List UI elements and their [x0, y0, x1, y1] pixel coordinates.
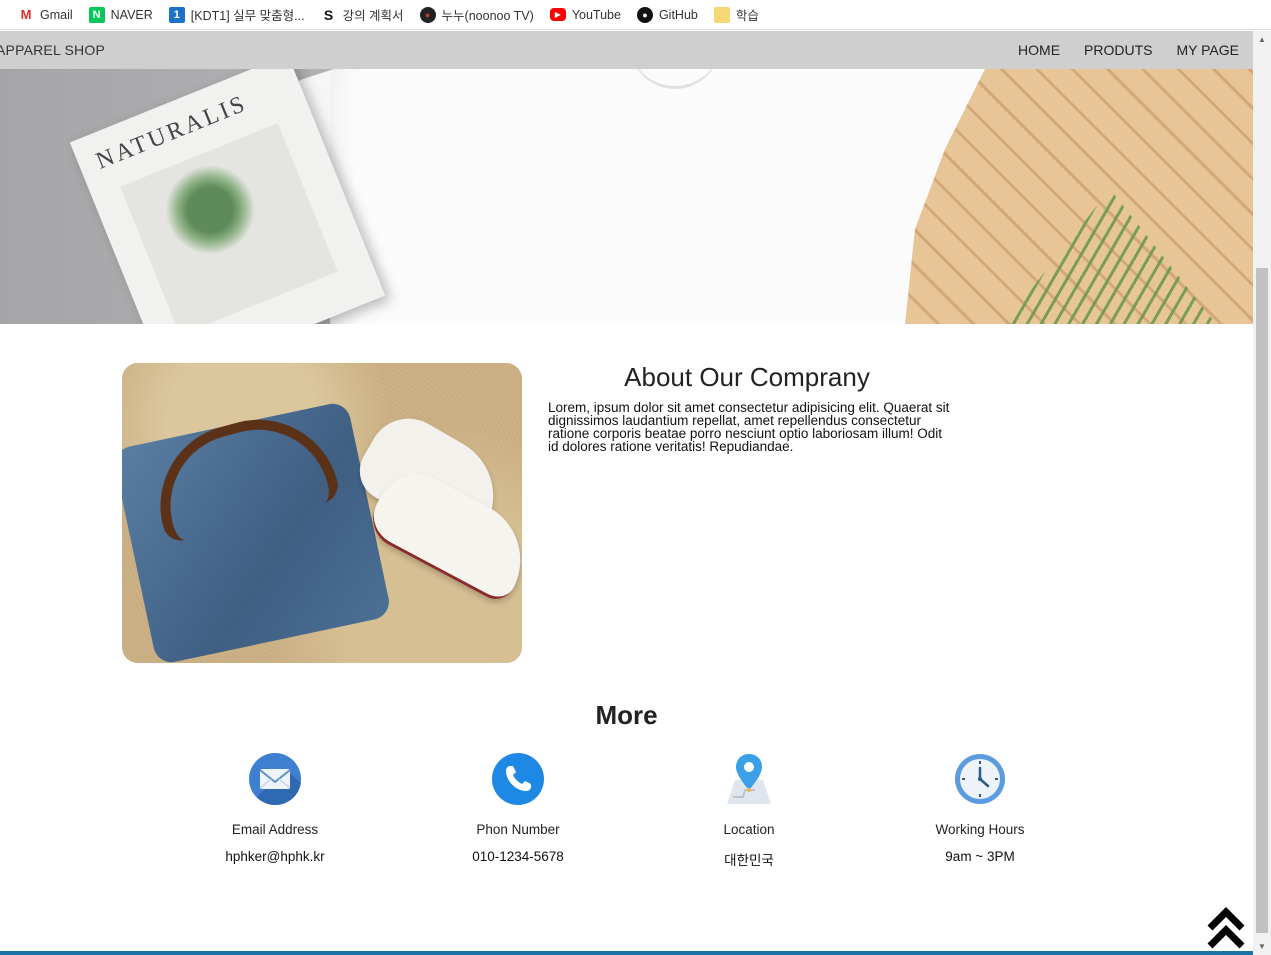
bookmark-syllabus[interactable]: S 강의 계획서 — [313, 3, 412, 27]
bookmark-noonoo[interactable]: ● 누누(noonoo TV) — [412, 3, 542, 27]
location-icon — [722, 752, 776, 806]
hero-banner-image: NATURALIS — [0, 69, 1253, 324]
github-icon: ● — [636, 6, 653, 23]
naver-icon: N — [88, 6, 105, 23]
contact-card-hours: Working Hours 9am ~ 3PM — [880, 752, 1080, 864]
bookmark-label: Gmail — [40, 7, 73, 22]
nav-links: HOME PRODUTS MY PAGE — [1006, 31, 1253, 69]
contact-label: Working Hours — [935, 822, 1025, 837]
about-photo — [122, 363, 522, 663]
contact-label: Location — [723, 822, 775, 837]
contact-card-phone: Phon Number 010-1234-5678 — [418, 752, 618, 864]
site-navbar: APPAREL SHOP HOME PRODUTS MY PAGE — [0, 31, 1253, 69]
bookmark-gmail[interactable]: M Gmail — [10, 3, 81, 27]
bookmark-label: YouTube — [571, 7, 621, 22]
contact-card-location: Location 대한민국 — [649, 752, 849, 869]
bookmark-folder-study[interactable]: 학습 — [706, 3, 767, 27]
back-to-top-button[interactable] — [1206, 902, 1246, 950]
bookmarks-bar: M Gmail N NAVER 1 [KDT1] 실무 맞춤형... S 강의 … — [0, 0, 1271, 30]
brand-logo[interactable]: APPAREL SHOP — [0, 42, 105, 58]
email-icon — [248, 752, 302, 806]
phone-icon — [491, 752, 545, 806]
nav-home-link[interactable]: HOME — [1006, 31, 1072, 69]
folder-icon — [713, 6, 730, 23]
bookmark-github[interactable]: ● GitHub — [629, 3, 706, 27]
clock-icon — [953, 752, 1007, 806]
bookmark-label: [KDT1] 실무 맞춤형... — [190, 9, 305, 23]
youtube-icon: ▶ — [549, 8, 566, 21]
bookmark-label: 누누(noonoo TV) — [441, 9, 534, 23]
scrollbar-thumb[interactable] — [1256, 268, 1268, 933]
s-icon: S — [323, 6, 334, 23]
about-title: About Our Comprany — [624, 362, 870, 392]
contact-value: 대한민국 — [724, 853, 774, 868]
scroll-down-arrow-icon[interactable]: ▼ — [1253, 938, 1271, 955]
about-description: Lorem, ipsum dolor sit amet consectetur … — [548, 400, 950, 454]
bookmark-label: GitHub — [658, 7, 698, 22]
contact-value: 9am ~ 3PM — [945, 849, 1015, 864]
bookmark-label: NAVER — [110, 7, 153, 22]
bookmark-youtube[interactable]: ▶ YouTube — [542, 3, 629, 27]
contact-label: Phon Number — [476, 822, 560, 837]
contact-label: Email Address — [231, 822, 319, 837]
bookmark-label: 학습 — [735, 9, 759, 23]
contact-value: hphker@hphk.kr — [225, 849, 325, 864]
page-scrollbar[interactable]: ▲ ▼ — [1253, 31, 1271, 955]
bottom-border — [0, 951, 1253, 955]
contact-value: 010-1234-5678 — [472, 849, 564, 864]
nav-mypage-link[interactable]: MY PAGE — [1164, 31, 1251, 69]
gmail-icon: M — [20, 7, 32, 22]
noonoo-icon: ● — [419, 6, 436, 23]
bookmark-kdt[interactable]: 1 [KDT1] 실무 맞춤형... — [161, 3, 313, 27]
kdt-icon: 1 — [168, 6, 185, 23]
scroll-up-arrow-icon[interactable]: ▲ — [1253, 31, 1271, 48]
contact-card-email: Email Address hphker@hphk.kr — [175, 752, 375, 864]
nav-products-link[interactable]: PRODUTS — [1072, 31, 1164, 69]
bookmark-naver[interactable]: N NAVER — [81, 3, 161, 27]
bookmark-label: 강의 계획서 — [342, 9, 404, 23]
double-chevron-up-icon — [1207, 907, 1245, 949]
more-title: More — [595, 700, 658, 730]
